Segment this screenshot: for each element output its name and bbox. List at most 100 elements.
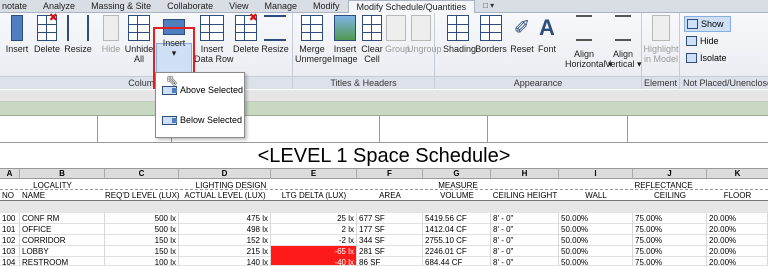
table-row[interactable]: 101 OFFICE 500 lx 498 lx 2 lx 177 SF 141… (0, 224, 768, 235)
cell-ceiling[interactable]: 75.00% (633, 213, 707, 224)
cell-ceiling-height[interactable]: 8' - 0" (491, 213, 559, 224)
tab-view[interactable]: View (221, 0, 256, 12)
highlight-in-model-button[interactable]: Highlight in Model (642, 15, 680, 64)
ribbon-options-toggle[interactable]: □ ▾ (483, 0, 494, 12)
cell-floor[interactable]: 20.00% (707, 235, 768, 246)
cell-floor[interactable]: 20.00% (707, 224, 768, 235)
column-letter[interactable]: F (357, 169, 423, 179)
column-letter[interactable]: B (20, 169, 105, 179)
schedule-title[interactable]: <LEVEL 1 Space Schedule> (0, 143, 768, 169)
cell-ceiling-height[interactable]: 8' - 0" (491, 235, 559, 246)
cell-name[interactable]: LOBBY (20, 246, 105, 257)
cell-area[interactable]: 177 SF (357, 224, 423, 235)
cell-ceiling[interactable]: 75.00% (633, 257, 707, 265)
cell-wall[interactable]: 50.00% (559, 213, 633, 224)
cell-name[interactable]: RESTROOM (20, 257, 105, 265)
delete-row-button[interactable]: Delete (232, 13, 260, 54)
column-header[interactable]: CEILING (633, 190, 707, 201)
cell-actual-level[interactable]: 215 lx (179, 246, 271, 257)
resize-column-button[interactable]: Resize (64, 15, 92, 54)
isolate-button[interactable]: Isolate (686, 51, 727, 65)
tab-massing-site[interactable]: Massing & Site (83, 0, 159, 12)
column-header[interactable]: LTG DELTA (LUX) (271, 190, 357, 201)
schedule-selected-row[interactable] (0, 102, 768, 116)
column-header[interactable]: FLOOR (707, 190, 768, 201)
cell-wall[interactable]: 50.00% (559, 246, 633, 257)
cell-reqd-level[interactable]: 100 lx (105, 257, 179, 265)
delete-column-button[interactable]: Delete (34, 13, 60, 54)
column-letter[interactable]: D (179, 169, 271, 179)
tab-manage[interactable]: Manage (256, 0, 305, 12)
cell-wall[interactable]: 50.00% (559, 235, 633, 246)
cell-ceiling-height[interactable]: 8' - 0" (491, 224, 559, 235)
clear-cell-button[interactable]: Clear Cell (361, 15, 383, 64)
cell-volume[interactable]: 5419.56 CF (423, 213, 491, 224)
cell-wall[interactable]: 50.00% (559, 257, 633, 265)
cell-actual-level[interactable]: 498 lx (179, 224, 271, 235)
column-header[interactable]: NAME (20, 190, 105, 201)
reset-button[interactable]: ✐ Reset (509, 15, 535, 54)
cell-floor[interactable]: 20.00% (707, 257, 768, 265)
cell-area[interactable]: 677 SF (357, 213, 423, 224)
align-vertical-button[interactable]: Align Vertical ▾ (605, 15, 642, 69)
hide-button[interactable]: Hide (686, 34, 719, 48)
cell-no[interactable]: 103 (0, 246, 20, 257)
cell-floor[interactable]: 20.00% (707, 246, 768, 257)
column-header[interactable]: AREA (357, 190, 423, 201)
cell-ltg-delta[interactable]: 2 lx (271, 224, 357, 235)
blank-cell[interactable] (488, 116, 628, 143)
column-header[interactable]: VOLUME (423, 190, 491, 201)
cell-ltg-delta[interactable]: 25 lx (271, 213, 357, 224)
cell-ltg-delta[interactable]: -2 lx (271, 235, 357, 246)
borders-button[interactable]: Borders (475, 15, 507, 54)
cell-actual-level[interactable]: 475 lx (179, 213, 271, 224)
cell-ceiling-height[interactable]: 8' - 0" (491, 246, 559, 257)
cell-reqd-level[interactable]: 500 lx (105, 213, 179, 224)
shading-button[interactable]: Shading (443, 15, 476, 54)
tab-analyze[interactable]: Analyze (35, 0, 83, 12)
group-button[interactable]: Group (385, 15, 410, 54)
column-letter[interactable]: I (559, 169, 633, 179)
font-button[interactable]: A Font (535, 15, 559, 54)
column-letter[interactable]: C (105, 169, 179, 179)
cell-name[interactable]: OFFICE (20, 224, 105, 235)
cell-volume[interactable]: 684.44 CF (423, 257, 491, 265)
cell-area[interactable]: 281 SF (357, 246, 423, 257)
cell-floor[interactable]: 20.00% (707, 213, 768, 224)
align-horizontal-button[interactable]: Align Horizontal ▾ (565, 15, 613, 69)
column-letter[interactable]: K (707, 169, 768, 179)
cell-name[interactable]: CONF RM (20, 213, 105, 224)
cell-volume[interactable]: 1412.04 CF (423, 224, 491, 235)
insert-image-button[interactable]: Insert Image (331, 15, 359, 64)
tab-collaborate[interactable]: Collaborate (159, 0, 221, 12)
cell-ceiling[interactable]: 75.00% (633, 224, 707, 235)
column-letter[interactable]: J (633, 169, 707, 179)
tab-modify-schedule-quantities[interactable]: Modify Schedule/Quantities (347, 0, 476, 14)
cell-reqd-level[interactable]: 150 lx (105, 246, 179, 257)
cell-no[interactable]: 104 (0, 257, 20, 265)
column-header[interactable]: REQ'D LEVEL (LUX) (105, 190, 179, 201)
table-row[interactable]: 102 CORRIDOR 150 lx 152 lx -2 lx 344 SF … (0, 235, 768, 246)
cell-ceiling-height[interactable]: 8' - 0" (491, 257, 559, 265)
cell-actual-level[interactable]: 152 lx (179, 235, 271, 246)
show-button[interactable]: Show (684, 16, 731, 32)
cell-volume[interactable]: 2755.10 CF (423, 235, 491, 246)
hide-column-button[interactable]: Hide (100, 15, 122, 54)
tab-modify[interactable]: Modify (305, 0, 348, 12)
column-header[interactable]: WALL (559, 190, 633, 201)
cell-ceiling[interactable]: 75.00% (633, 235, 707, 246)
cell-area[interactable]: 344 SF (357, 235, 423, 246)
cell-volume[interactable]: 2246.01 CF (423, 246, 491, 257)
column-header[interactable]: ACTUAL LEVEL (LUX) (179, 190, 271, 201)
insert-below-selected-item[interactable]: Below Selected (162, 115, 242, 125)
cell-no[interactable]: 101 (0, 224, 20, 235)
cell-ltg-delta-alert[interactable]: -65 lx (271, 246, 357, 257)
cell-name[interactable]: CORRIDOR (20, 235, 105, 246)
cell-area[interactable]: 86 SF (357, 257, 423, 265)
cell-ceiling[interactable]: 75.00% (633, 246, 707, 257)
column-letter[interactable]: H (491, 169, 559, 179)
cell-wall[interactable]: 50.00% (559, 224, 633, 235)
cell-no[interactable]: 100 (0, 213, 20, 224)
resize-row-button[interactable]: Resize (260, 15, 290, 54)
merge-unmerge-button[interactable]: Merge Unmerge (295, 15, 332, 64)
